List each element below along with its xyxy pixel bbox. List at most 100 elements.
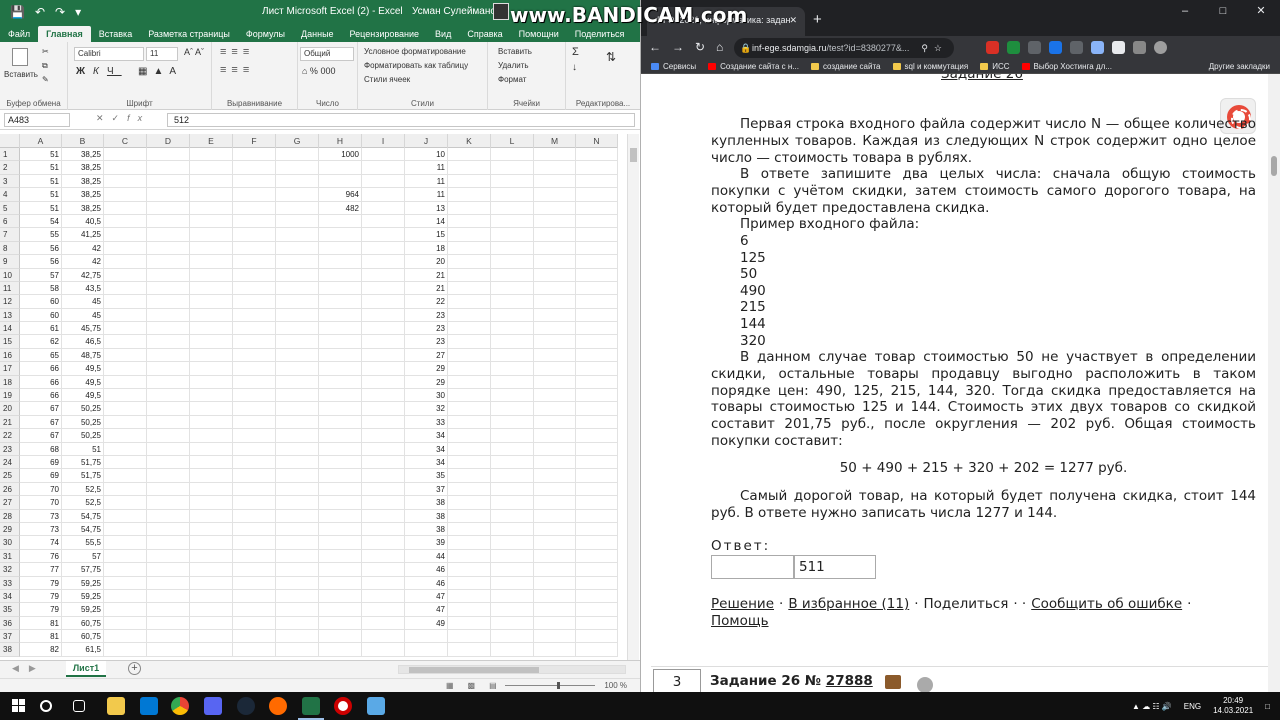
cell[interactable] xyxy=(491,469,534,483)
cell[interactable] xyxy=(362,630,405,644)
cell[interactable] xyxy=(362,174,405,189)
name-box[interactable]: A483 xyxy=(4,113,70,127)
cell[interactable]: 23 xyxy=(405,308,448,323)
cell[interactable] xyxy=(362,496,405,510)
cell[interactable] xyxy=(362,576,405,590)
cell[interactable] xyxy=(448,643,491,657)
cell[interactable]: 70 xyxy=(20,496,62,510)
row-header[interactable]: 26 xyxy=(0,482,20,497)
cell[interactable]: 57 xyxy=(20,268,62,282)
file-explorer-icon[interactable] xyxy=(107,697,125,715)
mail-icon[interactable] xyxy=(140,697,158,715)
column-header[interactable]: E xyxy=(190,134,233,148)
cell[interactable] xyxy=(233,589,276,604)
cell[interactable] xyxy=(276,522,319,537)
cell[interactable] xyxy=(491,335,534,349)
row-header[interactable]: 31 xyxy=(0,549,20,564)
cell[interactable]: 29 xyxy=(405,375,448,390)
share-link[interactable]: Поделиться xyxy=(924,596,1009,612)
cell[interactable] xyxy=(534,308,576,323)
cell[interactable] xyxy=(104,469,147,483)
cell[interactable] xyxy=(448,469,491,483)
cell[interactable] xyxy=(276,214,319,229)
cell[interactable] xyxy=(190,241,233,256)
row-header[interactable]: 22 xyxy=(0,429,20,443)
cell[interactable] xyxy=(534,214,576,229)
cell[interactable] xyxy=(362,482,405,497)
ribbon-tab[interactable]: Данные xyxy=(293,29,342,42)
cell[interactable] xyxy=(448,603,491,617)
discord-icon[interactable] xyxy=(204,697,222,715)
ribbon-tab[interactable]: Формулы xyxy=(238,29,293,42)
cell[interactable] xyxy=(233,322,276,336)
cell[interactable] xyxy=(276,308,319,323)
cell[interactable] xyxy=(190,455,233,470)
cell[interactable] xyxy=(104,402,147,416)
hscroll-thumb[interactable] xyxy=(409,667,539,673)
cell[interactable] xyxy=(233,469,276,483)
cell[interactable] xyxy=(147,174,190,189)
cell[interactable] xyxy=(491,201,534,215)
cell[interactable] xyxy=(147,308,190,323)
cell[interactable] xyxy=(362,375,405,390)
cell[interactable] xyxy=(276,442,319,456)
cell[interactable]: 61,5 xyxy=(62,643,104,657)
cell[interactable] xyxy=(276,161,319,175)
row-header[interactable]: 7 xyxy=(0,228,20,242)
cell[interactable] xyxy=(190,281,233,296)
cell[interactable] xyxy=(233,630,276,644)
cell[interactable] xyxy=(448,496,491,510)
cell[interactable] xyxy=(233,496,276,510)
cell[interactable] xyxy=(491,415,534,430)
cell[interactable] xyxy=(534,255,576,269)
cell[interactable] xyxy=(362,549,405,564)
cell[interactable]: 21 xyxy=(405,268,448,282)
cell[interactable] xyxy=(576,549,618,564)
cell[interactable] xyxy=(233,563,276,577)
cell[interactable] xyxy=(362,281,405,296)
cell[interactable] xyxy=(276,255,319,269)
cell[interactable] xyxy=(276,389,319,403)
cell[interactable] xyxy=(491,402,534,416)
cell[interactable] xyxy=(319,402,362,416)
cell[interactable]: 50,25 xyxy=(62,415,104,430)
cell[interactable]: 46 xyxy=(405,576,448,590)
column-header[interactable]: G xyxy=(276,134,319,148)
page-scrollbar[interactable] xyxy=(1268,74,1280,692)
cell[interactable] xyxy=(104,643,147,657)
cell[interactable] xyxy=(104,241,147,256)
cell[interactable] xyxy=(276,549,319,564)
extension-icon[interactable] xyxy=(1070,41,1083,54)
cell[interactable] xyxy=(448,375,491,390)
cell[interactable] xyxy=(319,214,362,229)
cell[interactable]: 51 xyxy=(62,442,104,456)
cell[interactable]: 60 xyxy=(20,308,62,323)
row-header[interactable]: 35 xyxy=(0,603,20,617)
row-header[interactable]: 21 xyxy=(0,415,20,430)
cell[interactable] xyxy=(491,482,534,497)
cell[interactable] xyxy=(491,643,534,657)
cell[interactable] xyxy=(276,228,319,242)
cell[interactable]: 68 xyxy=(20,442,62,456)
cell[interactable] xyxy=(319,389,362,403)
cell[interactable] xyxy=(319,362,362,376)
cell[interactable] xyxy=(276,375,319,390)
cell[interactable] xyxy=(147,228,190,242)
sort-filter-icon[interactable]: ⇅ xyxy=(606,50,616,64)
cell[interactable]: 11 xyxy=(405,161,448,175)
row-header[interactable]: 19 xyxy=(0,389,20,403)
cell[interactable] xyxy=(534,241,576,256)
avatar[interactable] xyxy=(493,3,509,20)
cell[interactable] xyxy=(104,482,147,497)
cell[interactable]: 59,25 xyxy=(62,589,104,604)
cell[interactable] xyxy=(576,241,618,256)
cell[interactable] xyxy=(190,509,233,523)
column-header[interactable]: N xyxy=(576,134,618,148)
cell[interactable]: 50,25 xyxy=(62,429,104,443)
cell[interactable] xyxy=(576,362,618,376)
cell[interactable] xyxy=(362,442,405,456)
cell[interactable] xyxy=(233,389,276,403)
cell[interactable] xyxy=(190,322,233,336)
cell[interactable]: 66 xyxy=(20,362,62,376)
cell[interactable] xyxy=(362,616,405,631)
